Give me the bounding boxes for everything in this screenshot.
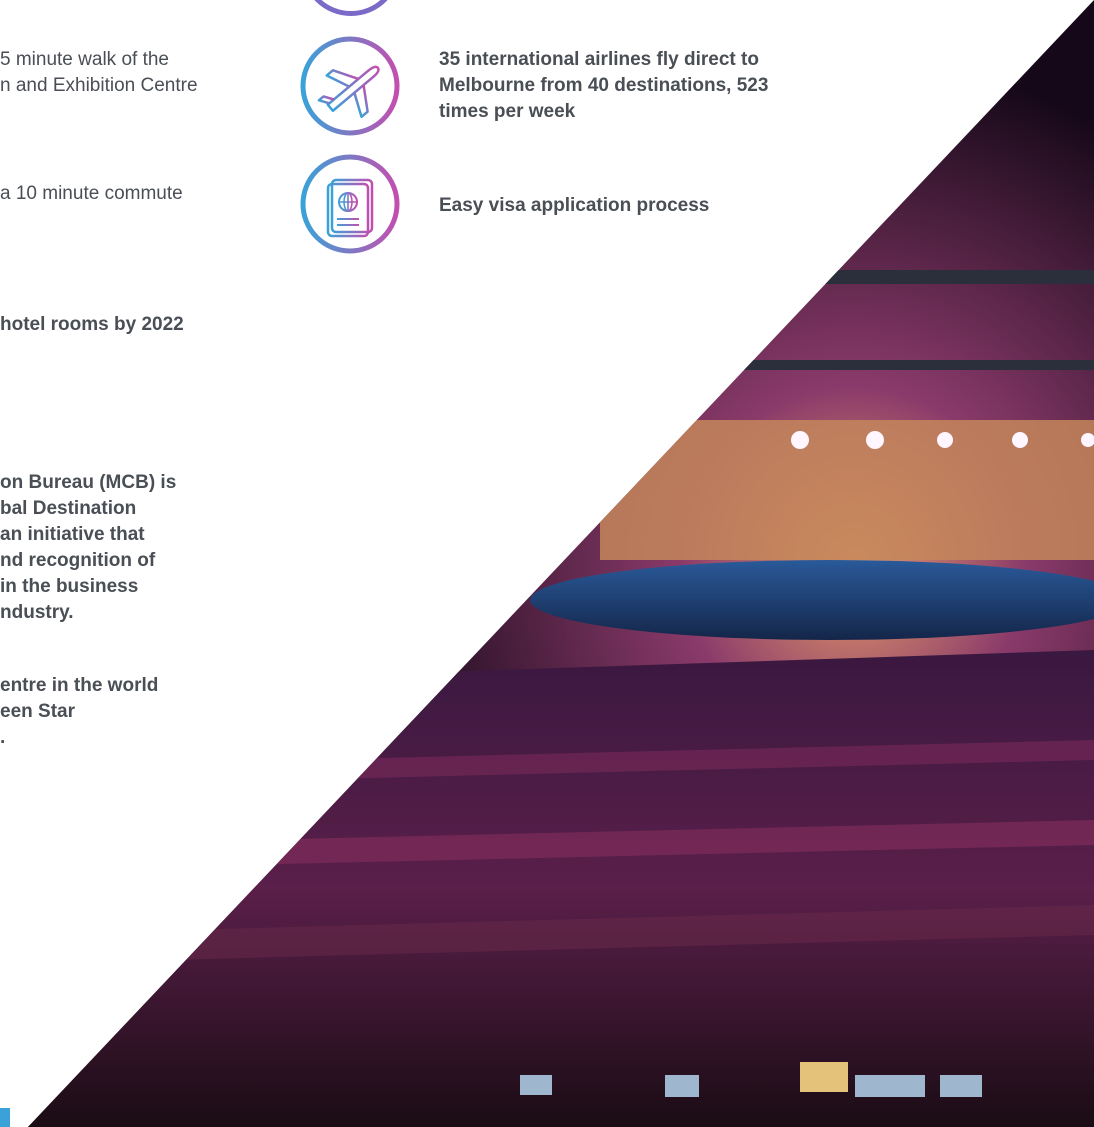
commute-text: a 10 minute commute <box>0 183 183 204</box>
passport-icon <box>299 153 401 255</box>
airplane-icon <box>299 35 401 137</box>
mcb-paragraph: on Bureau (MCB) is bal Destination an in… <box>0 472 177 623</box>
green-paragraph: entre in the world een Star . <box>0 675 159 748</box>
walk-text: 5 minute walk of the n and Exhibition Ce… <box>0 49 198 96</box>
visa-text: Easy visa application process <box>439 195 710 216</box>
hotel-text: hotel rooms by 2022 <box>0 314 184 335</box>
circle-icon <box>301 0 401 16</box>
airlines-text: 35 international airlines fly direct to … <box>439 49 769 122</box>
corner-accent <box>0 1108 10 1127</box>
